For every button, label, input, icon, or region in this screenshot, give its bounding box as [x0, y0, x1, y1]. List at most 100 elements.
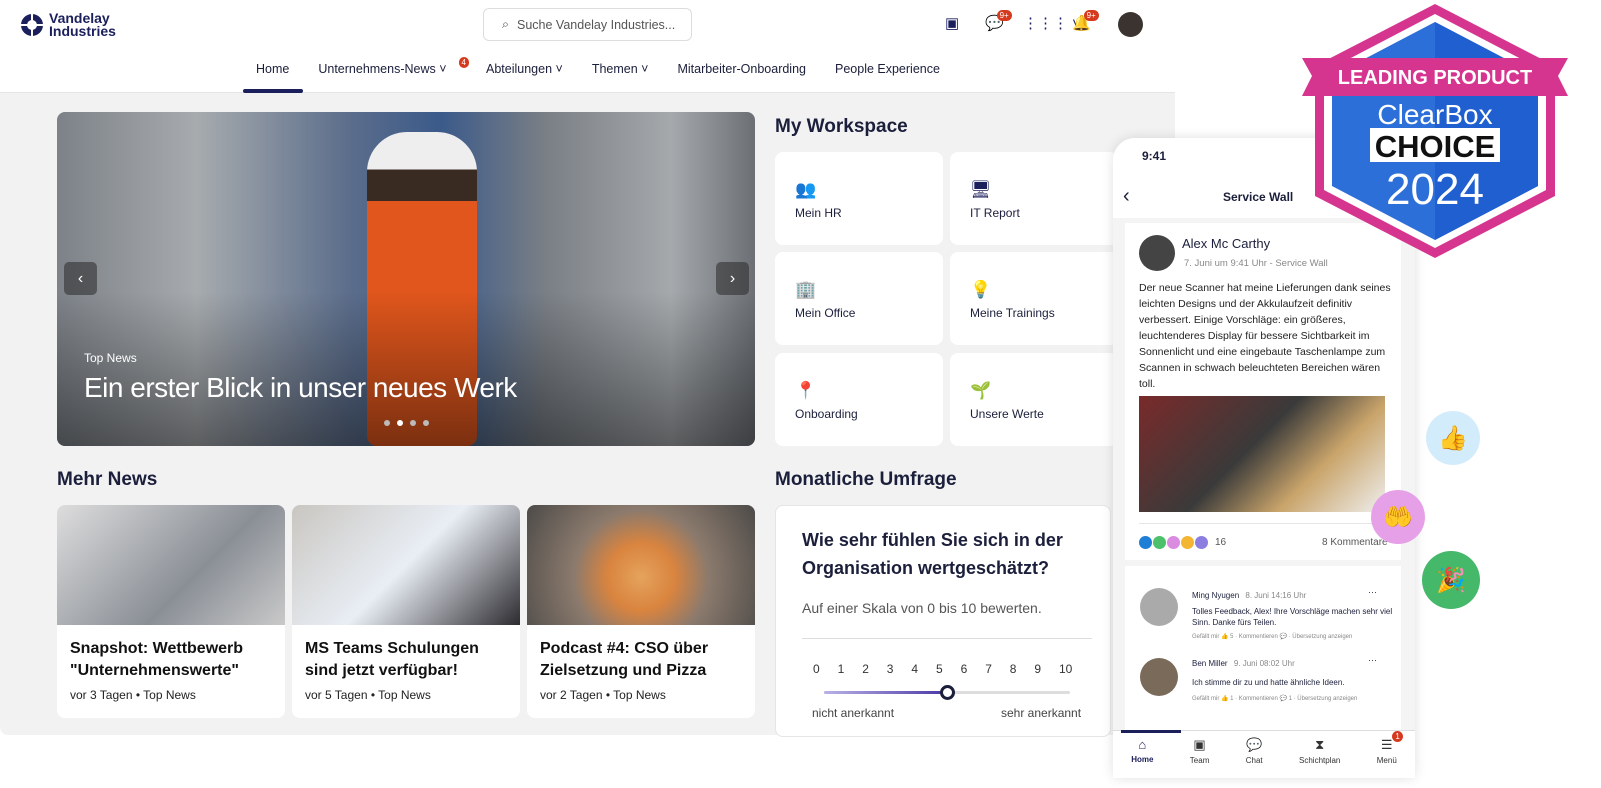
- post-author[interactable]: Alex Mc Carthy: [1182, 236, 1270, 251]
- news-title: Mehr News: [57, 469, 158, 490]
- carousel-prev-button[interactable]: ‹: [64, 262, 97, 295]
- slider-track[interactable]: [824, 685, 1070, 700]
- user-avatar[interactable]: [1118, 12, 1143, 37]
- bottom-tab-bar: ⌂ Home ▣ Team 💬 Chat ⧗ Schichtplan ☰ Menü 1: [1113, 730, 1415, 778]
- tile-label: Meine Trainings: [970, 306, 1055, 320]
- main-nav: Home Unternehmens-News ˅ 4 Abteilungen ˅ …: [256, 57, 940, 76]
- comment-actions[interactable]: Gefällt mir 👍 1 · Kommentieren 💬 1 · Übe…: [1192, 695, 1357, 702]
- contacts-icon[interactable]: ▣: [945, 14, 959, 32]
- reactions[interactable]: 16: [1139, 536, 1226, 549]
- post-image: [1139, 396, 1385, 512]
- nav-onboarding[interactable]: Mitarbeiter-Onboarding: [677, 62, 806, 76]
- carousel-dot[interactable]: [384, 420, 390, 426]
- survey-hint: Auf einer Skala von 0 bis 10 bewerten.: [802, 600, 1042, 616]
- nav-people-experience[interactable]: People Experience: [835, 62, 940, 76]
- tile-mein-office[interactable]: 🏢 Mein Office: [775, 252, 943, 345]
- scale-tick[interactable]: 1: [838, 662, 845, 676]
- nav-themen[interactable]: Themen ˅: [592, 62, 649, 76]
- care-reaction-icon: [1167, 536, 1180, 549]
- comment-actions[interactable]: Gefällt mir 👍 5 · Kommentieren 💬 · Übers…: [1192, 633, 1352, 640]
- chat-icon: 💬: [1246, 737, 1263, 752]
- support-reaction-icon: [1195, 536, 1208, 549]
- celebrate-reaction-icon: [1153, 536, 1166, 549]
- nav-home[interactable]: Home: [256, 62, 289, 76]
- scale-min-label: nicht anerkannt: [812, 706, 895, 720]
- news-card-title: MS Teams Schulungen sind jetzt verfügbar…: [305, 640, 479, 679]
- menu-badge: 1: [1392, 731, 1403, 742]
- more-icon[interactable]: ···: [1368, 587, 1377, 597]
- scale-tick[interactable]: 8: [1010, 662, 1017, 676]
- party-popper-icon: 🎉: [1422, 551, 1480, 609]
- news-card[interactable]: Podcast #4: CSO über Zielsetzung und Piz…: [527, 505, 755, 718]
- commenter-avatar: [1140, 588, 1178, 626]
- tab-home[interactable]: ⌂ Home: [1131, 737, 1153, 778]
- tile-meine-trainings[interactable]: 💡 Meine Trainings: [950, 252, 1118, 345]
- scale-tick[interactable]: 2: [862, 662, 869, 676]
- nav-unternehmens-news[interactable]: Unternehmens-News ˅ 4: [318, 57, 469, 76]
- monitor-icon: 🖥: [970, 180, 992, 199]
- menu-icon: ☰: [1380, 737, 1393, 752]
- tab-team[interactable]: ▣ Team: [1190, 737, 1210, 778]
- scale-tick[interactable]: 0: [813, 662, 820, 676]
- active-nav-indicator: [243, 89, 303, 93]
- thumbs-up-icon: 👍: [1426, 411, 1480, 465]
- carousel-dots: [384, 420, 429, 426]
- tile-label: Onboarding: [795, 407, 858, 421]
- comments-count[interactable]: 8 Kommentare: [1322, 537, 1388, 548]
- tile-unsere-werte[interactable]: 🌱 Unsere Werte: [950, 353, 1118, 446]
- hero-carousel[interactable]: ‹ › Top News Ein erster Blick in unser n…: [57, 112, 755, 446]
- news-image: [527, 505, 755, 625]
- post: Alex Mc Carthy 7. Juni um 9:41 Uhr - Ser…: [1125, 223, 1401, 743]
- news-card-meta: vor 2 Tagen • Top News: [540, 688, 666, 702]
- tab-schichtplan[interactable]: ⧗ Schichtplan: [1299, 737, 1340, 778]
- bell-icon[interactable]: 🔔 9+: [1072, 10, 1099, 32]
- header: Vandelay Industries ⌕ Suche Vandelay Indus…: [0, 0, 1175, 93]
- scale-tick[interactable]: 4: [911, 662, 918, 676]
- survey-title: Monatliche Umfrage: [775, 469, 957, 490]
- carousel-dot[interactable]: [423, 420, 429, 426]
- contacts-icon: ▣: [1193, 737, 1206, 752]
- tab-label: Team: [1189, 756, 1210, 765]
- news-card-title: Podcast #4: CSO über Zielsetzung und Piz…: [540, 640, 709, 679]
- scale-tick[interactable]: 7: [985, 662, 992, 676]
- chat-icon[interactable]: 💬 9+: [985, 10, 1012, 32]
- carousel-dot-active[interactable]: [397, 420, 403, 426]
- clearbox-award-badge: LEADING PRODUCT ClearBox CHOICE 2024: [1302, 4, 1568, 258]
- news-card[interactable]: MS Teams Schulungen sind jetzt verfügbar…: [292, 505, 520, 718]
- carousel-next-button[interactable]: ›: [716, 262, 749, 295]
- scale-tick[interactable]: 9: [1034, 662, 1041, 676]
- scale-tick[interactable]: 10: [1059, 662, 1072, 676]
- reaction-count: 16: [1215, 537, 1227, 548]
- back-icon[interactable]: ‹: [1123, 185, 1130, 208]
- more-icon[interactable]: ···: [1368, 655, 1377, 665]
- author-avatar: [1139, 235, 1175, 271]
- scale-tick[interactable]: 5: [936, 662, 943, 676]
- award-word: CHOICE: [1375, 129, 1496, 164]
- tile-onboarding[interactable]: 📍 Onboarding: [775, 353, 943, 446]
- divider: [1125, 560, 1401, 566]
- scale-tick[interactable]: 3: [887, 662, 894, 676]
- tile-label: Unsere Werte: [970, 407, 1044, 421]
- award-ribbon: LEADING PRODUCT: [1338, 67, 1532, 89]
- tile-it-report[interactable]: 🖥 IT Report: [950, 152, 1118, 245]
- tab-chat[interactable]: 💬 Chat: [1246, 737, 1263, 778]
- scale-tick[interactable]: 6: [961, 662, 968, 676]
- comment-author[interactable]: Ben Miller: [1192, 659, 1228, 668]
- comment-text: Tolles Feedback, Alex! Ihre Vorschläge m…: [1192, 607, 1393, 627]
- slider-handle[interactable]: [940, 685, 955, 700]
- heart-hand-icon: 🤲: [1371, 490, 1425, 544]
- tile-mein-hr[interactable]: 👥 Mein HR: [775, 152, 943, 245]
- search-input[interactable]: ⌕ Suche Vandelay Industries...: [483, 8, 692, 41]
- home-icon: ⌂: [1138, 737, 1147, 752]
- comment-author[interactable]: Ming Nyugen: [1192, 591, 1239, 600]
- news-card[interactable]: Snapshot: Wettbewerb "Unternehmenswerte"…: [57, 505, 285, 718]
- tab-menu[interactable]: ☰ Menü 1: [1377, 731, 1403, 778]
- carousel-dot[interactable]: [410, 420, 416, 426]
- nav-abteilungen[interactable]: Abteilungen ˅: [486, 62, 563, 76]
- logo[interactable]: Vandelay Industries: [20, 11, 116, 38]
- post-body: Der neue Scanner hat meine Lieferungen d…: [1139, 282, 1391, 390]
- divider: [802, 638, 1092, 639]
- hero-title[interactable]: Ein erster Blick in unser neues Werk: [84, 372, 517, 404]
- status-time: 9:41: [1142, 149, 1167, 163]
- search-placeholder: Suche Vandelay Industries...: [517, 17, 676, 32]
